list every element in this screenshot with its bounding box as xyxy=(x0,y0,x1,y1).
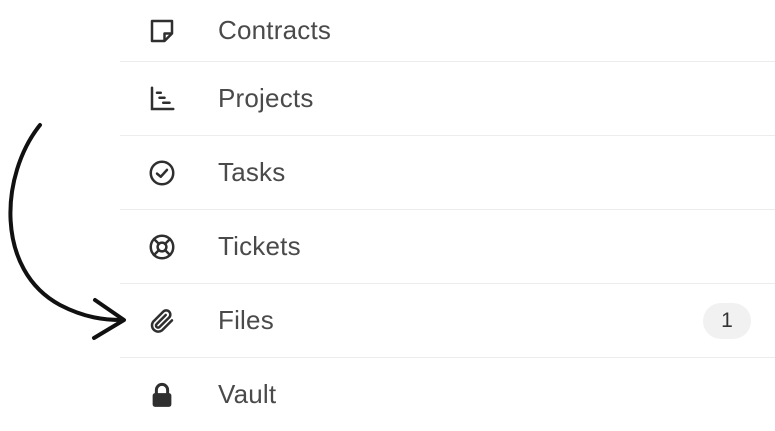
menu-item-label: Files xyxy=(218,305,274,335)
menu-item-tickets[interactable]: Tickets xyxy=(120,210,775,284)
lock-icon xyxy=(146,379,178,411)
menu-item-contracts[interactable]: Contracts xyxy=(120,0,775,62)
menu-item-label: Tasks xyxy=(218,157,286,187)
check-circle-icon xyxy=(146,157,178,189)
paperclip-icon xyxy=(146,305,178,337)
menu-item-label: Vault xyxy=(218,379,277,409)
menu-item-label: Projects xyxy=(218,83,314,113)
count-badge: 1 xyxy=(703,302,751,339)
menu-item-projects[interactable]: Projects xyxy=(120,62,775,136)
sidebar-menu: Contracts Projects Tasks Tickets Files 1… xyxy=(120,0,775,431)
menu-item-label: Tickets xyxy=(218,231,301,261)
note-icon xyxy=(146,15,178,47)
menu-item-vault[interactable]: Vault xyxy=(120,358,775,431)
menu-item-files[interactable]: Files 1 xyxy=(120,284,775,358)
menu-item-tasks[interactable]: Tasks xyxy=(120,136,775,210)
gantt-icon xyxy=(146,83,178,115)
lifebuoy-icon xyxy=(146,231,178,263)
menu-item-label: Contracts xyxy=(218,15,332,45)
